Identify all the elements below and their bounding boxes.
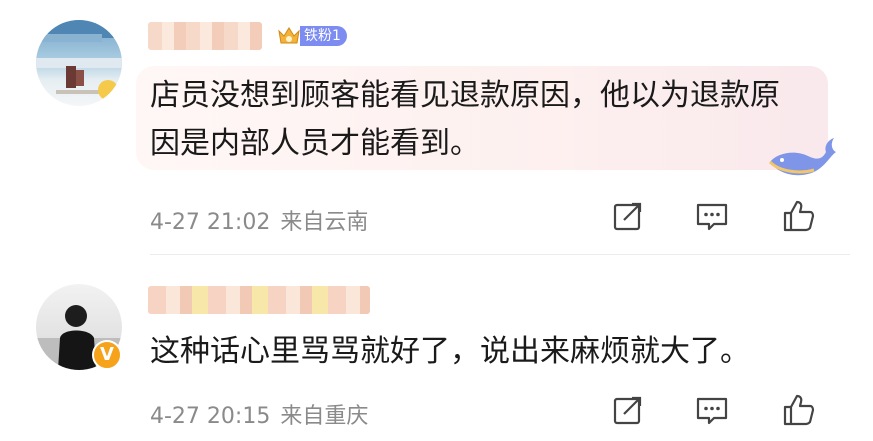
comment-time: 4-27 21:02 xyxy=(150,210,271,235)
comment-meta: 4-27 20:15 来自重庆 xyxy=(150,398,368,430)
share-icon[interactable] xyxy=(610,198,646,234)
comment-item: V 这种话心里骂骂就好了，说出来麻烦就大了。 4-27 20:15 来自重庆 xyxy=(0,262,873,441)
like-icon[interactable] xyxy=(780,392,816,428)
comment-item: 铁粉1 店员没想到顾客能看见退款原因，他以为退款原因是内部人员才能看到。 4-2… xyxy=(0,0,873,262)
verified-badge: V xyxy=(92,340,122,370)
comment-icon[interactable] xyxy=(694,392,730,428)
comment-time: 4-27 20:15 xyxy=(150,404,271,429)
comment-text: 店员没想到顾客能看见退款原因，他以为退款原因是内部人员才能看到。 xyxy=(150,78,780,161)
share-icon[interactable] xyxy=(610,392,646,428)
comment-text: 这种话心里骂骂就好了，说出来麻烦就大了。 xyxy=(150,334,750,369)
avatar[interactable] xyxy=(36,20,122,106)
avatar-image xyxy=(36,20,122,100)
crown-icon xyxy=(278,27,300,44)
comment-meta: 4-27 21:02 来自云南 xyxy=(150,204,368,236)
whale-icon xyxy=(768,138,836,176)
comment-location: 来自云南 xyxy=(280,210,369,235)
comment-location: 来自重庆 xyxy=(280,404,369,429)
fan-badge-label: 铁粉1 xyxy=(300,26,347,46)
like-icon[interactable] xyxy=(780,198,816,234)
fan-badge[interactable]: 铁粉1 xyxy=(276,22,347,50)
username-masked[interactable] xyxy=(148,22,262,50)
divider xyxy=(150,254,850,255)
comment-icon[interactable] xyxy=(694,198,730,234)
username-masked[interactable] xyxy=(148,286,370,314)
